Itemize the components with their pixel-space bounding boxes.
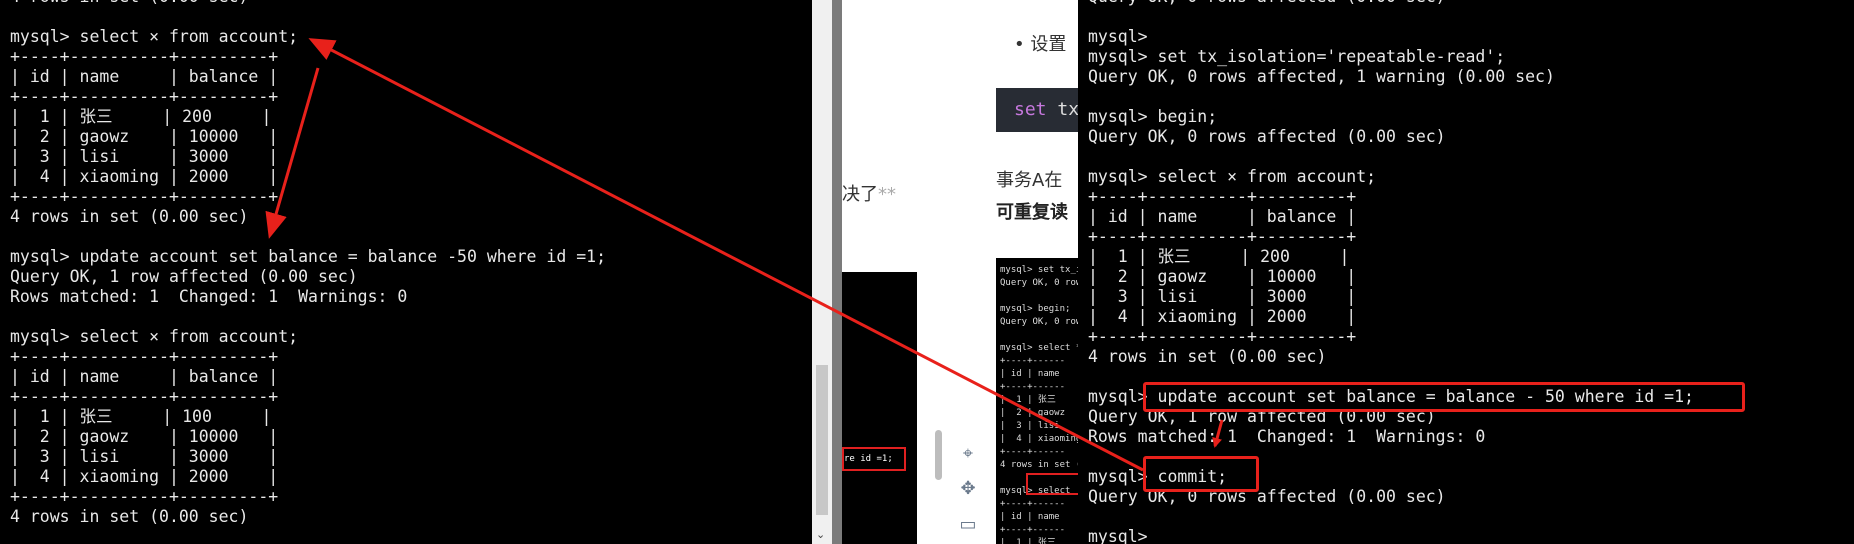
terminal-line: Query OK, 1 row affected (0.00 sec) (10, 267, 358, 286)
code-block: set tx_ (996, 88, 1078, 132)
commit-highlight-box (1143, 456, 1259, 492)
layout-icon[interactable]: ▭ (956, 513, 980, 537)
scrollbar-thumb[interactable] (816, 365, 828, 515)
terminal-line: +----+----------+---------+ (10, 87, 279, 106)
terminal-line: | id | name | balance | (10, 367, 279, 386)
terminal-line: +----+----------+---------+ (1088, 187, 1357, 206)
terminal-line: Query OK, 0 rows affected (0.00 sec) (1088, 127, 1446, 146)
snippet-highlight-box: re id =1; (842, 447, 906, 471)
terminal-line: mysql> select × from account; (10, 27, 299, 46)
terminal-line: 4 rows in set (0.00 sec) (10, 207, 249, 226)
terminal-line (1088, 147, 1854, 167)
terminal-line: +----+----------+---------+ (10, 487, 279, 506)
bold-paragraph: 可重复读 (996, 202, 1068, 223)
left-terminal[interactable]: 4 rows in set (0.00 sec) mysql> select × … (0, 0, 812, 544)
terminal-line: | 4 | xiaoming | 2000 | (10, 467, 279, 486)
terminal-line (1088, 507, 1854, 527)
terminal-line: | 3 | lisi | 3000 | (1088, 287, 1357, 306)
terminal-line: +----+----------+---------+ (10, 47, 279, 66)
terminal-line: | 3 | lisi | 3000 | (10, 147, 279, 166)
thumbnail-highlight-box (1026, 473, 1078, 495)
terminal-line: 4 rows in set (0.00 sec) (1088, 347, 1327, 366)
bullet-item: • 设置 (1014, 34, 1067, 55)
terminal-line: 4 rows in set (0.00 sec) (10, 0, 812, 7)
crosshair-icon[interactable]: ⌖ (956, 442, 980, 466)
snippet-text: 决了** (842, 184, 896, 205)
terminal-line: mysql> update account set balance = bala… (10, 247, 607, 266)
terminal-line: | 2 | gaowz | 10000 | (10, 127, 279, 146)
scroll-rail-thumb[interactable] (935, 430, 942, 480)
terminal-line: | 1 | 张三 | 200 | (10, 107, 272, 126)
terminal-line: | 2 | gaowz | 10000 | (1088, 267, 1357, 286)
terminal-line: 4 rows in set (0.00 sec) (10, 507, 249, 526)
move-icon[interactable]: ✥ (956, 477, 980, 501)
terminal-line: | 4 | xiaoming | 2000 | (1088, 307, 1357, 326)
terminal-line: | 2 | gaowz | 10000 | (10, 427, 279, 446)
scroll-down-icon[interactable]: ⌄ (816, 528, 825, 541)
terminal-line: | id | name | balance | (1088, 207, 1357, 226)
update-highlight-box (1143, 382, 1745, 412)
terminal-line: +----+----------+---------+ (10, 347, 279, 366)
article-pane: • 设置 set tx_ 事务A在 可重复读 mysql> set tx_i Q… (996, 0, 1078, 544)
terminal-line (10, 7, 812, 27)
terminal-line: | 1 | 张三 | 100 | (10, 407, 272, 426)
terminal-line: +----+----------+---------+ (10, 387, 279, 406)
pane-divider[interactable] (832, 0, 842, 544)
terminal-line (10, 227, 812, 247)
terminal-line (1088, 87, 1854, 107)
terminal-line: Rows matched: 1 Changed: 1 Warnings: 0 (10, 287, 408, 306)
terminal-line (1088, 7, 1854, 27)
terminal-line: mysql> (1088, 27, 1148, 46)
terminal-line: +----+----------+---------+ (10, 187, 279, 206)
terminal-line: mysql> begin; (1088, 107, 1218, 126)
terminal-line: +----+----------+---------+ (1088, 227, 1357, 246)
paragraph: 事务A在 (996, 170, 1063, 191)
toolbar: ⌖ ✥ ▭ (946, 0, 996, 544)
terminal-line: Rows matched: 1 Changed: 1 Warnings: 0 (1088, 427, 1486, 446)
terminal-line: | 4 | xiaoming | 2000 | (10, 167, 279, 186)
terminal-line: mysql> set tx_isolation='repeatable-read… (1088, 47, 1506, 66)
snippet-terminal (842, 272, 917, 544)
terminal-line: Query OK, 0 rows affected (0.00 sec) (1088, 0, 1854, 7)
terminal-line: +----+----------+---------+ (1088, 327, 1357, 346)
terminal-line: | 3 | lisi | 3000 | (10, 447, 279, 466)
terminal-line: Query OK, 0 rows affected, 1 warning (0.… (1088, 67, 1555, 86)
terminal-line (10, 307, 812, 327)
terminal-thumbnail: mysql> set tx_i Query OK, 0 row mysql> b… (996, 258, 1078, 544)
terminal-line: mysql> (1088, 527, 1148, 544)
terminal-line: mysql> select × from account; (10, 327, 299, 346)
terminal-line: mysql> select × from account; (1088, 167, 1377, 186)
scrollbar[interactable]: ⌄ (812, 0, 832, 544)
terminal-line: | 1 | 张三 | 200 | (1088, 247, 1350, 266)
terminal-line: | id | name | balance | (10, 67, 279, 86)
